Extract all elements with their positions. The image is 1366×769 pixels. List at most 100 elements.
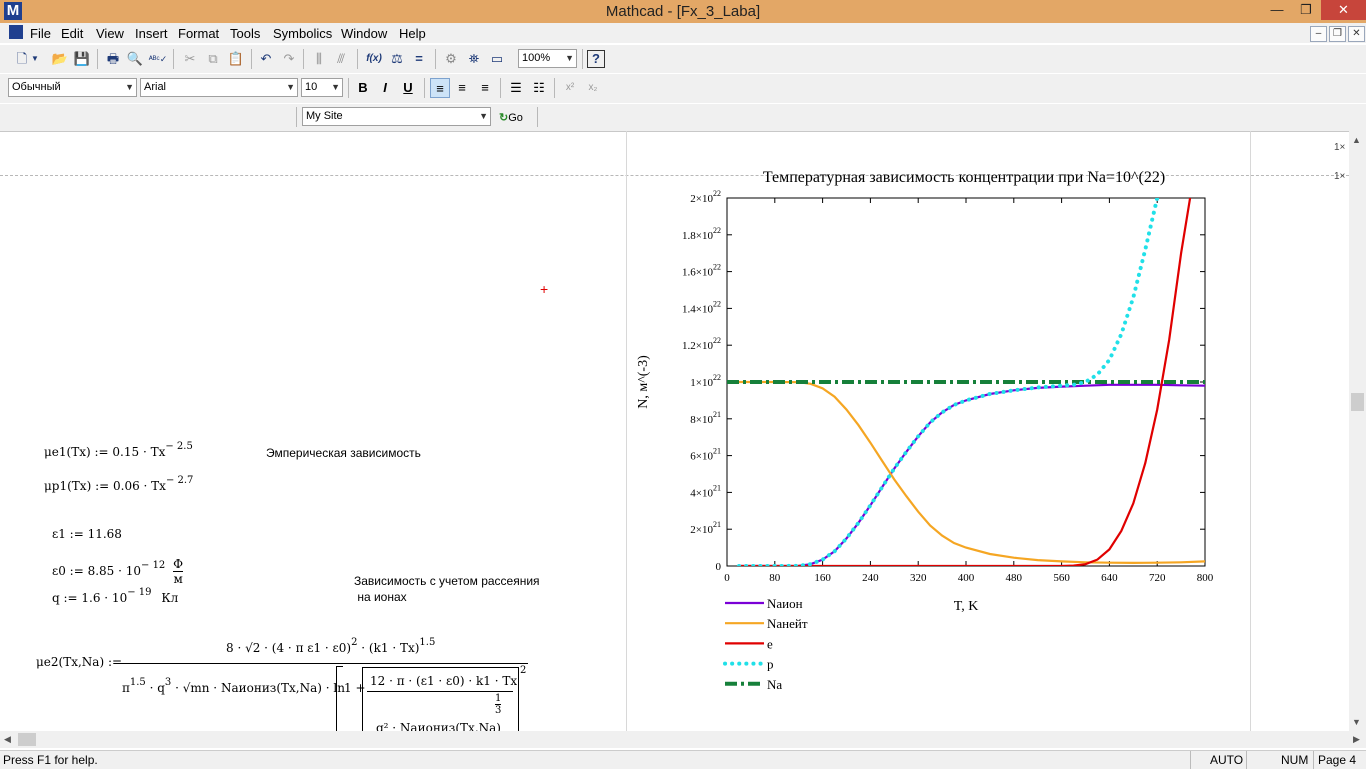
- scroll-left-icon[interactable]: ◀: [4, 734, 11, 745]
- q-definition[interactable]: q := 1.6 · 10− 19 Кл: [52, 587, 178, 605]
- menu-window[interactable]: Window: [341, 26, 387, 41]
- vertical-scrollbar[interactable]: ▲ ▼: [1349, 131, 1366, 731]
- menu-format[interactable]: Format: [178, 26, 219, 41]
- site-select[interactable]: My Site ▼: [302, 107, 491, 126]
- restore-button[interactable]: ❐: [1291, 0, 1321, 20]
- mu-p1-lhs: μp1(Tx) :=: [44, 479, 110, 493]
- menu-help[interactable]: Help: [399, 26, 426, 41]
- y-tick-label: 4×1021: [690, 483, 721, 499]
- numbered-list-icon[interactable]: ☷: [529, 78, 549, 98]
- mu-p1-definition[interactable]: μp1(Tx) := 0.06 · Tx− 2.7: [44, 475, 193, 493]
- temperature-plot[interactable]: Температурная зависимость концентрации п…: [627, 164, 1249, 731]
- y-tick-label: 1.2×1022: [682, 336, 721, 352]
- menu-symbolics[interactable]: Symbolics: [273, 26, 332, 41]
- bullet-list-icon[interactable]: ☰: [506, 78, 526, 98]
- font-value: Arial: [144, 81, 167, 93]
- series-line-nаион: [739, 383, 1205, 566]
- subscript-button[interactable]: x₂: [583, 78, 603, 98]
- mu-e1-rhs: 0.15 · Tx: [112, 445, 166, 459]
- mu-e2-den-rest: · √mn · Nаиониз(Tx,Na) · ln: [171, 681, 345, 695]
- new-dropdown-icon[interactable]: ▼: [30, 49, 40, 69]
- new-icon[interactable]: 🗋: [12, 49, 32, 69]
- worksheet[interactable]: 1× 1× + μe1(Tx) := 0.15 · Tx− 2.5 Эмпери…: [0, 131, 1349, 731]
- underline-button[interactable]: U: [398, 78, 418, 98]
- eps1-definition[interactable]: ε1 := 11.68: [52, 527, 122, 541]
- menu-insert[interactable]: Insert: [135, 26, 168, 41]
- open-icon[interactable]: 📂: [50, 49, 70, 69]
- calculate-icon[interactable]: =: [409, 49, 429, 69]
- insert-region-icon[interactable]: ▭: [487, 49, 507, 69]
- margin-marker: 1×: [1334, 142, 1346, 153]
- doc-close-button[interactable]: ✕: [1348, 26, 1365, 42]
- paste-icon[interactable]: 📋: [226, 49, 246, 69]
- mu-e2-lhs[interactable]: μe2(Tx,Na) :=: [36, 655, 122, 669]
- x-axis-label: T, K: [954, 599, 979, 614]
- y-tick-label: 1.6×1022: [682, 263, 721, 279]
- insert-unit-icon[interactable]: ⚖: [387, 49, 407, 69]
- align-across-icon[interactable]: ⫼: [309, 49, 329, 69]
- mu-e2-num-tail: · (k1 · Tx): [357, 641, 420, 655]
- menu-tools[interactable]: Tools: [230, 26, 260, 41]
- align-right-icon[interactable]: ≡: [475, 78, 495, 98]
- italic-button[interactable]: I: [375, 78, 395, 98]
- zoom-select[interactable]: 100% ▼: [518, 49, 577, 68]
- document-icon[interactable]: [9, 25, 23, 39]
- x-tick-label: 320: [910, 572, 927, 584]
- undo-icon[interactable]: ↶: [256, 49, 276, 69]
- mu-e2-third-den: 3: [495, 705, 502, 716]
- x-tick-label: 240: [862, 572, 879, 584]
- insert-component-icon[interactable]: ⚙: [441, 49, 461, 69]
- scattering-note-line2[interactable]: на ионах: [354, 590, 406, 604]
- close-button[interactable]: ✕: [1321, 0, 1366, 20]
- spell-check-icon[interactable]: ᴬᴮᶜ✓: [148, 49, 168, 69]
- insert-function-icon[interactable]: f(x): [364, 49, 384, 69]
- mu-e2-inner-numerator: 12 · π · (ε1 · ε0) · k1 · Tx: [370, 674, 518, 688]
- chevron-down-icon: ▼: [286, 82, 295, 92]
- resources-toolbar: My Site ▼ ↻Go: [0, 103, 1366, 131]
- scroll-up-icon[interactable]: ▲: [1352, 135, 1361, 145]
- x-tick-label: 800: [1197, 572, 1214, 584]
- eps0-definition[interactable]: ε0 := 8.85 · 10− 12 Ф м: [52, 557, 184, 586]
- cut-icon[interactable]: ✂: [180, 49, 200, 69]
- x-tick-label: 400: [958, 572, 975, 584]
- save-icon[interactable]: 💾: [72, 49, 92, 69]
- menu-bar: File Edit View Insert Format Tools Symbo…: [0, 23, 1366, 43]
- align-down-icon[interactable]: ⫻: [331, 49, 351, 69]
- superscript-button[interactable]: x²: [560, 78, 580, 98]
- print-icon[interactable]: 🖶: [103, 49, 123, 69]
- x-tick-label: 720: [1149, 572, 1166, 584]
- doc-minimize-button[interactable]: –: [1310, 26, 1327, 42]
- bold-button[interactable]: B: [353, 78, 373, 98]
- status-separator: [1190, 751, 1191, 769]
- font-size-select[interactable]: 10 ▼: [301, 78, 343, 97]
- mu-e1-definition[interactable]: μe1(Tx) := 0.15 · Tx− 2.5: [44, 441, 193, 459]
- help-icon[interactable]: ?: [587, 50, 605, 68]
- empirical-note[interactable]: Эмперическая зависимость: [266, 446, 421, 460]
- toolbar-separator: [424, 78, 425, 98]
- go-button[interactable]: ↻Go: [499, 109, 523, 127]
- align-left-icon[interactable]: ≡: [430, 78, 450, 98]
- minimize-button[interactable]: —: [1262, 0, 1292, 20]
- redo-icon[interactable]: ↷: [279, 49, 299, 69]
- menu-view[interactable]: View: [96, 26, 124, 41]
- chevron-down-icon: ▼: [331, 82, 340, 92]
- mu-e2-num-exponent: 2: [351, 637, 358, 648]
- horizontal-scroll-thumb[interactable]: [18, 733, 36, 746]
- font-select[interactable]: Arial ▼: [140, 78, 298, 97]
- copy-icon[interactable]: ⧉: [203, 49, 223, 69]
- go-arrow-icon: ↻: [499, 112, 509, 124]
- menu-edit[interactable]: Edit: [61, 26, 83, 41]
- scattering-note-line1[interactable]: Зависимость с учетом рассеяния: [354, 574, 540, 588]
- align-center-icon[interactable]: ≡: [452, 78, 472, 98]
- resource-center-icon[interactable]: ⛯: [464, 49, 484, 69]
- doc-restore-button[interactable]: ❐: [1329, 26, 1346, 42]
- x-tick-label: 0: [724, 572, 730, 584]
- menu-file[interactable]: File: [30, 26, 51, 41]
- horizontal-scrollbar[interactable]: ◀ ▶: [0, 731, 1366, 748]
- style-select[interactable]: Обычный ▼: [8, 78, 137, 97]
- scroll-right-icon[interactable]: ▶: [1353, 734, 1360, 745]
- print-preview-icon[interactable]: 🔍: [125, 49, 145, 69]
- mu-e1-lhs: μe1(Tx) :=: [44, 445, 109, 459]
- scroll-down-icon[interactable]: ▼: [1352, 717, 1361, 727]
- vertical-scroll-thumb[interactable]: [1351, 393, 1364, 411]
